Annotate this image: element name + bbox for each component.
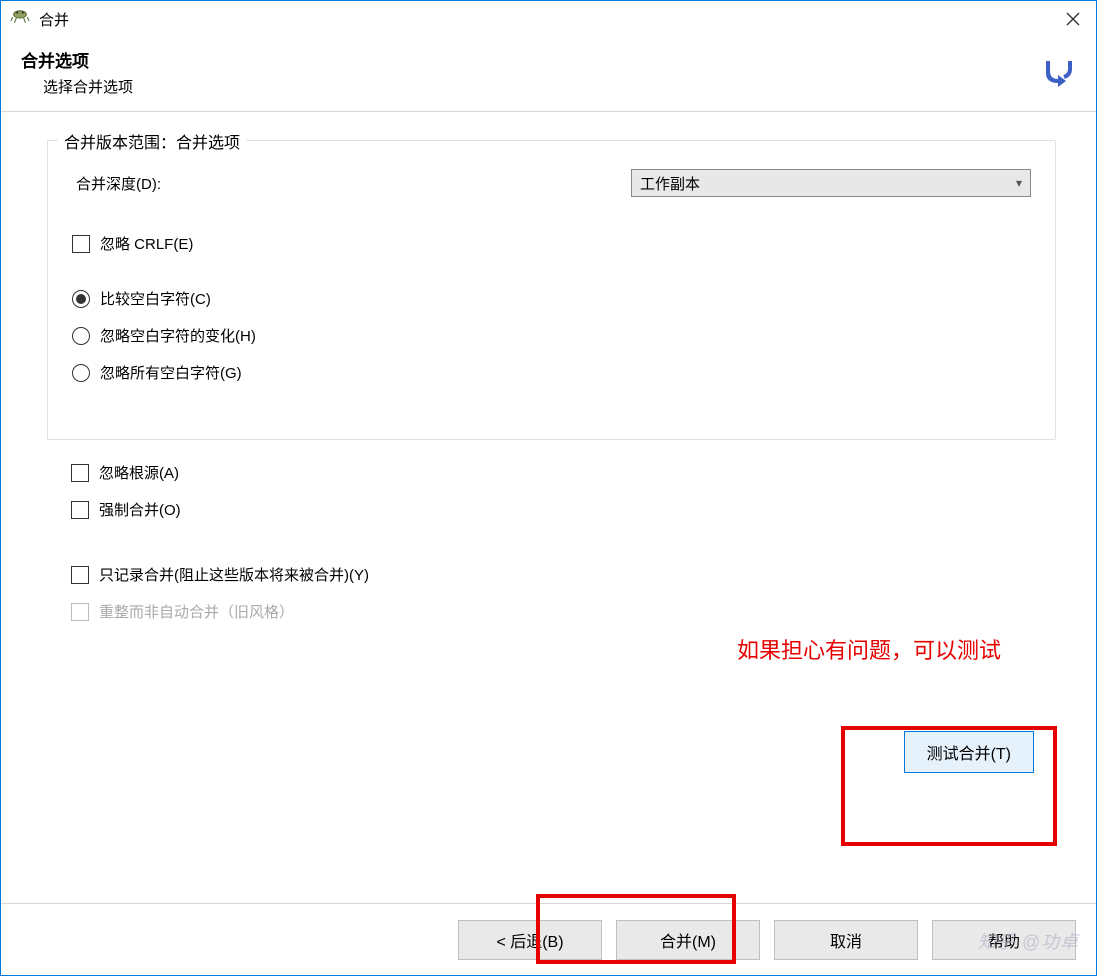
ignore-crlf-row: 忽略 CRLF(E) <box>72 233 1031 254</box>
header-title: 合并选项 <box>21 47 1076 72</box>
compare-whitespace-radio[interactable] <box>72 290 90 308</box>
titlebar: 合并 <box>1 1 1096 37</box>
chevron-down-icon: ▾ <box>1016 176 1022 190</box>
close-button[interactable] <box>1050 1 1096 37</box>
merge-button[interactable]: 合并(M) <box>616 920 760 960</box>
help-button[interactable]: 帮助 <box>932 920 1076 960</box>
depth-label: 合并深度(D): <box>76 173 161 194</box>
force-merge-label: 强制合并(O) <box>99 499 181 520</box>
ignore-whitespace-changes-row: 忽略空白字符的变化(H) <box>72 325 1031 346</box>
ignore-ancestry-row: 忽略根源(A) <box>71 462 1056 483</box>
force-merge-checkbox[interactable] <box>71 501 89 519</box>
force-merge-row: 强制合并(O) <box>71 499 1056 520</box>
wizard-header: 合并选项 选择合并选项 <box>1 37 1096 112</box>
ignore-all-whitespace-row: 忽略所有空白字符(G) <box>72 362 1031 383</box>
back-button[interactable]: < 后退(B) <box>458 920 602 960</box>
depth-value: 工作副本 <box>640 173 1016 194</box>
depth-combobox[interactable]: 工作副本 ▾ <box>631 169 1031 197</box>
header-subtitle: 选择合并选项 <box>43 76 1076 97</box>
merge-options-group: 合并版本范围：合并选项 合并深度(D): 工作副本 ▾ 忽略 CRLF(E) 比… <box>47 140 1056 440</box>
ignore-ancestry-checkbox[interactable] <box>71 464 89 482</box>
ignore-whitespace-changes-label: 忽略空白字符的变化(H) <box>100 325 256 346</box>
ignore-all-whitespace-radio[interactable] <box>72 364 90 382</box>
footer: < 后退(B) 合并(M) 取消 帮助 <box>1 903 1096 975</box>
cancel-button[interactable]: 取消 <box>774 920 918 960</box>
content-area: 合并版本范围：合并选项 合并深度(D): 工作副本 ▾ 忽略 CRLF(E) 比… <box>1 112 1096 903</box>
ignore-crlf-checkbox[interactable] <box>72 235 90 253</box>
ignore-whitespace-changes-radio[interactable] <box>72 327 90 345</box>
compare-whitespace-label: 比较空白字符(C) <box>100 288 211 309</box>
ignore-ancestry-label: 忽略根源(A) <box>99 462 179 483</box>
record-only-row: 只记录合并(阻止这些版本将来被合并)(Y) <box>71 564 1056 585</box>
group-legend: 合并版本范围：合并选项 <box>58 129 246 153</box>
merge-dialog: 合并 合并选项 选择合并选项 合并版本范围：合并选项 合并深度(D): 工作副本… <box>0 0 1097 976</box>
compare-whitespace-row: 比较空白字符(C) <box>72 288 1031 309</box>
window-title: 合并 <box>39 9 69 30</box>
ignore-all-whitespace-label: 忽略所有空白字符(G) <box>100 362 242 383</box>
record-only-label: 只记录合并(阻止这些版本将来被合并)(Y) <box>99 564 369 585</box>
reintegrate-label: 重整而非自动合并（旧风格） <box>99 601 294 622</box>
ignore-crlf-label: 忽略 CRLF(E) <box>100 233 193 254</box>
app-icon <box>9 8 31 30</box>
merge-icon <box>1040 55 1076 95</box>
record-only-checkbox[interactable] <box>71 566 89 584</box>
reintegrate-row: 重整而非自动合并（旧风格） <box>71 601 1056 622</box>
annotation-text: 如果担心有问题，可以测试 <box>737 634 1037 667</box>
test-merge-button[interactable]: 测试合并(T) <box>904 731 1034 773</box>
reintegrate-checkbox <box>71 603 89 621</box>
